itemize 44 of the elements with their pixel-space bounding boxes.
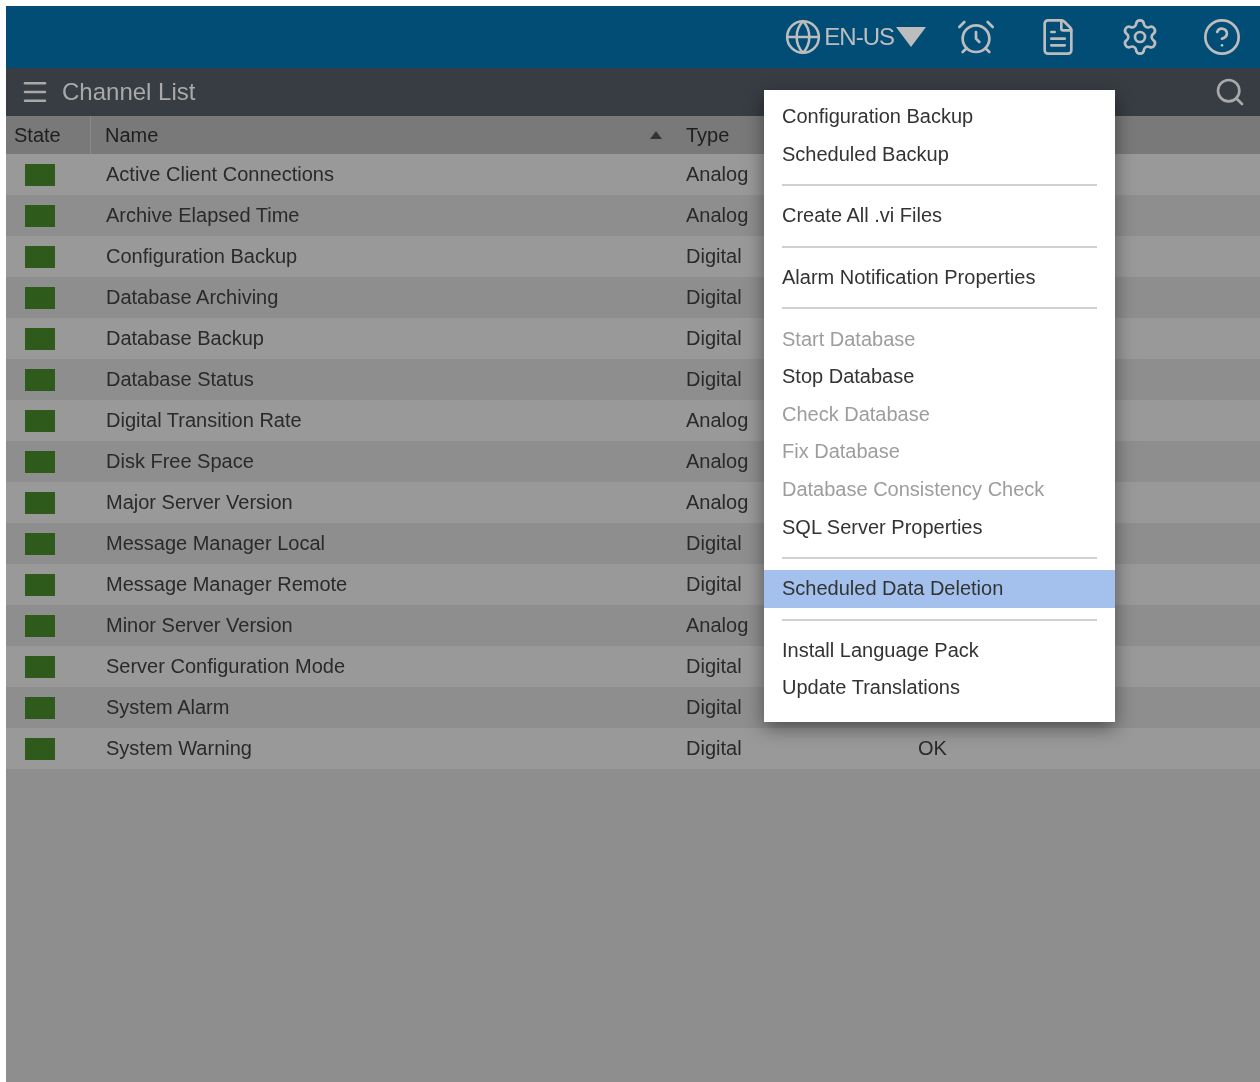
channel-type: Digital xyxy=(686,286,742,308)
channel-name: Active Client Connections xyxy=(105,163,335,186)
channel-type: Analog xyxy=(686,450,749,472)
channel-type: Analog xyxy=(686,204,749,226)
channel-type: Digital xyxy=(686,737,742,759)
channel-type: Digital xyxy=(686,327,742,349)
channel-type: Digital xyxy=(686,368,742,390)
channel-name: Disk Free Space xyxy=(105,450,255,473)
channel-name: System Warning xyxy=(105,737,253,760)
caret-down-icon xyxy=(896,27,926,47)
menu-item[interactable]: Create All .vi Files xyxy=(764,197,1115,235)
channel-name: Database Status xyxy=(105,368,255,391)
channel-type: Digital xyxy=(686,573,742,595)
column-header[interactable]: Name xyxy=(105,123,650,147)
channel-name: Server Configuration Mode xyxy=(105,655,346,678)
channel-name: Database Backup xyxy=(105,327,265,350)
channel-value: OK xyxy=(917,737,948,760)
table-row[interactable]: System Warning Digital OK xyxy=(6,728,1260,769)
globe-icon xyxy=(784,18,823,56)
panel-title: Channel List xyxy=(62,78,197,106)
channel-type: Analog xyxy=(686,614,749,636)
language-selector[interactable]: EN-US xyxy=(784,18,926,56)
menu-item[interactable]: Stop Database xyxy=(764,357,1115,396)
menu-item[interactable]: Configuration Backup xyxy=(764,98,1115,136)
channel-name: Configuration Backup xyxy=(105,245,299,268)
channel-type: Digital xyxy=(686,696,742,718)
channel-type: Analog xyxy=(686,491,749,513)
channel-name: Message Manager Remote xyxy=(105,573,349,596)
channel-type: Digital xyxy=(686,532,742,554)
menu-item[interactable]: Scheduled Data Deletion xyxy=(764,569,1115,608)
column-header[interactable]: State xyxy=(14,123,90,147)
channel-name: Message Manager Local xyxy=(105,532,326,555)
channel-name: Database Archiving xyxy=(105,286,280,309)
channel-name: Digital Transition Rate xyxy=(105,409,303,432)
help-icon[interactable] xyxy=(1202,17,1242,57)
channel-type: Analog xyxy=(686,163,749,185)
channel-type: Analog xyxy=(686,409,749,431)
channel-type: Digital xyxy=(686,655,742,677)
channel-name: Minor Server Version xyxy=(105,614,294,637)
search-icon[interactable] xyxy=(1214,76,1246,108)
channel-name: System Alarm xyxy=(105,696,231,719)
channel-name: Archive Elapsed Time xyxy=(105,204,301,227)
channel-name: Major Server Version xyxy=(105,491,294,514)
channel-type: Digital xyxy=(686,245,742,267)
